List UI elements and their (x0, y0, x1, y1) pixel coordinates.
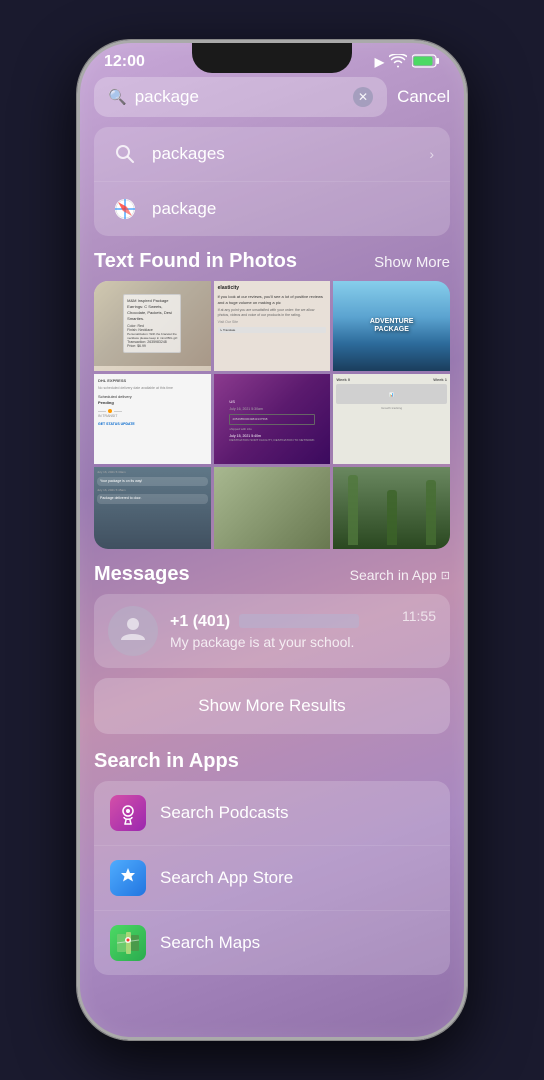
show-more-results-button[interactable]: Show More Results (94, 678, 450, 734)
status-time: 12:00 (104, 53, 145, 71)
suggestion-search-icon (110, 139, 140, 169)
suggestion-packages-label: packages (152, 144, 417, 164)
search-input[interactable]: package (135, 87, 345, 107)
photo-cell-9[interactable] (333, 467, 450, 549)
messages-search-in-app-btn[interactable]: Search in App ⊡ (350, 567, 450, 583)
suggestion-safari-icon (110, 194, 140, 224)
cancel-button[interactable]: Cancel (397, 87, 450, 107)
status-icons: ▶ (375, 54, 440, 71)
search-appstore-label: Search App Store (160, 868, 293, 888)
message-sender: +1 (401) (170, 613, 390, 631)
search-bar-row: 🔍 package ✕ Cancel (94, 77, 450, 117)
search-clear-button[interactable]: ✕ (353, 87, 373, 107)
external-link-icon: ⊡ (441, 569, 450, 582)
search-podcasts-item[interactable]: Search Podcasts (94, 781, 450, 846)
messages-search-in-app-label: Search in App (350, 567, 437, 583)
location-icon: ▶ (375, 55, 384, 69)
search-maps-label: Search Maps (160, 933, 260, 953)
apps-panel: Search Podcasts Search App Store (94, 781, 450, 975)
photos-section-title: Text Found in Photos (94, 250, 297, 273)
maps-icon (110, 925, 146, 961)
phone-frame: 12:00 ▶ (77, 40, 467, 1040)
message-redacted (239, 614, 359, 628)
appstore-icon (110, 860, 146, 896)
photo-cell-7[interactable]: July 16, 2021 5:30am Your package is on … (94, 467, 211, 549)
search-in-apps-header: Search in Apps (94, 750, 450, 773)
message-content: +1 (401) My package is at your school. (170, 613, 390, 650)
messages-panel: +1 (401) My package is at your school. 1… (94, 594, 450, 668)
screen-content: 🔍 package ✕ Cancel packages › (80, 77, 464, 1021)
search-bar[interactable]: 🔍 package ✕ (94, 77, 387, 117)
suggestion-package[interactable]: package (94, 182, 450, 236)
search-appstore-item[interactable]: Search App Store (94, 846, 450, 911)
message-item[interactable]: +1 (401) My package is at your school. 1… (94, 594, 450, 668)
photo-cell-4[interactable]: DHL EXPRESS No scheduled delivery date a… (94, 374, 211, 464)
photo-cell-3[interactable]: ADVENTUREPACKAGE (333, 281, 450, 371)
search-maps-item[interactable]: Search Maps (94, 911, 450, 975)
search-podcasts-label: Search Podcasts (160, 803, 289, 823)
photo-cell-2[interactable]: elasticity if you look at our reviews, y… (214, 281, 331, 371)
photo-cell-5[interactable]: US July 16, 2021 5:30am 4054985000498431… (214, 374, 331, 464)
photos-grid[interactable]: M&M Inspired Package Earrings: C Sweets,… (94, 281, 450, 549)
photo-cell-6[interactable]: Week 0Week 1 📊 Growth tracking (333, 374, 450, 464)
battery-icon (412, 54, 440, 71)
photo-cell-1[interactable]: M&M Inspired Package Earrings: C Sweets,… (94, 281, 211, 371)
suggestion-package-label: package (152, 199, 434, 219)
avatar (108, 606, 158, 656)
chevron-right-icon: › (429, 146, 434, 162)
messages-section-header: Messages Search in App ⊡ (94, 563, 450, 586)
person-icon (119, 614, 147, 649)
podcasts-icon (110, 795, 146, 831)
message-time: 11:55 (402, 606, 436, 624)
suggestion-packages[interactable]: packages › (94, 127, 450, 182)
wifi-icon (389, 54, 407, 71)
photos-section-header: Text Found in Photos Show More (94, 250, 450, 273)
search-in-apps-title: Search in Apps (94, 750, 239, 773)
suggestions-panel: packages › package (94, 127, 450, 236)
search-in-apps-section: Search in Apps (94, 750, 450, 975)
messages-section: Messages Search in App ⊡ (94, 563, 450, 668)
messages-section-title: Messages (94, 563, 190, 586)
photos-show-more[interactable]: Show More (374, 254, 450, 271)
message-preview: My package is at your school. (170, 634, 390, 650)
notch (192, 43, 352, 73)
search-icon: 🔍 (108, 88, 127, 106)
photo-cell-8[interactable] (214, 467, 331, 549)
